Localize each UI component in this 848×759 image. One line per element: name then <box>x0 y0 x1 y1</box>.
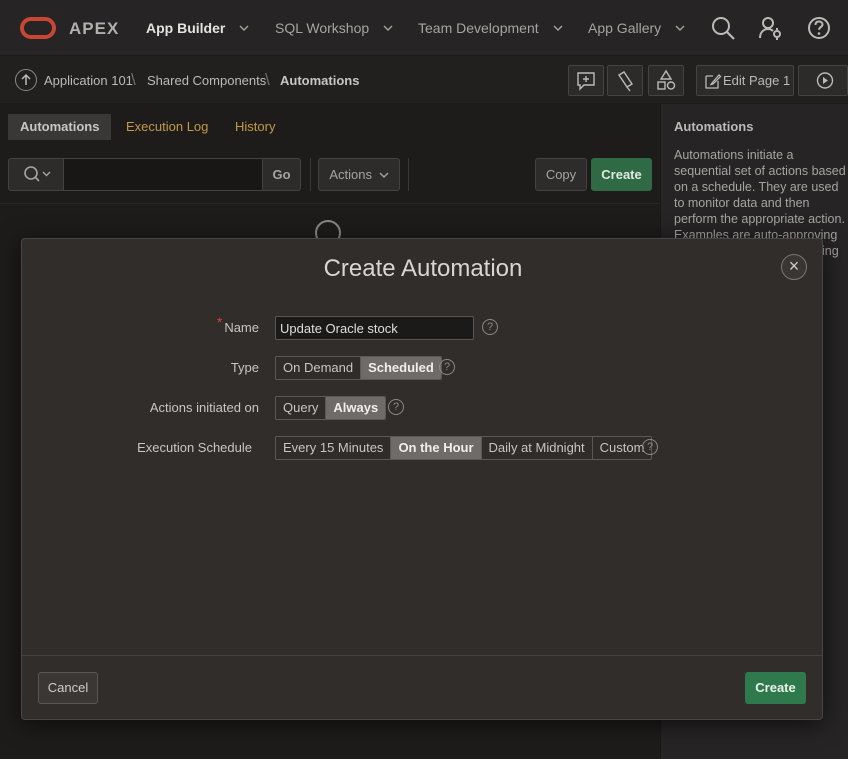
execution-schedule-toggle-group: Every 15 Minutes On the Hour Daily at Mi… <box>275 436 653 460</box>
go-button[interactable]: Go <box>262 158 301 191</box>
search-icon <box>24 166 51 182</box>
nav-item-label: App Gallery <box>588 20 662 36</box>
tab-automations[interactable]: Automations <box>8 114 112 140</box>
nav-item-app-gallery[interactable]: App Gallery <box>588 20 685 36</box>
search-input[interactable] <box>63 158 263 191</box>
name-help-icon[interactable]: ? <box>482 319 498 335</box>
schedule-option-daily-at-midnight[interactable]: Daily at Midnight <box>481 437 593 459</box>
dialog-footer: Cancel Create <box>22 655 822 719</box>
type-option-on-demand[interactable]: On Demand <box>276 357 362 379</box>
edit-icon <box>705 74 722 89</box>
actions-initiated-toggle-group: Query Always <box>275 396 387 420</box>
required-indicator: * <box>216 314 223 330</box>
search-column-picker[interactable] <box>8 158 64 191</box>
breadcrumb-shared-components[interactable]: Shared Components <box>147 73 266 88</box>
schedule-option-every-15-minutes[interactable]: Every 15 Minutes <box>276 437 392 459</box>
name-field[interactable] <box>275 316 474 340</box>
execution-schedule-help-icon[interactable]: ? <box>642 439 658 455</box>
edit-page-label: Edit Page 1 <box>723 73 791 88</box>
arrow-up-icon <box>21 73 31 85</box>
parent-level-button[interactable] <box>15 69 37 91</box>
chevron-down-icon <box>239 25 249 31</box>
brand-label[interactable]: APEX <box>69 19 119 39</box>
breadcrumb-separator: \ <box>131 70 136 89</box>
run-page-button[interactable] <box>798 65 848 96</box>
toolbar-divider <box>408 158 409 191</box>
add-comment-button[interactable] <box>568 65 604 96</box>
nav-item-sql-workshop[interactable]: SQL Workshop <box>275 20 393 36</box>
chevron-down-icon <box>383 25 393 31</box>
flashlight-icon <box>618 71 633 92</box>
breadcrumb-separator: \ <box>265 70 270 89</box>
tab-history[interactable]: History <box>223 114 287 140</box>
report-toolbar: Go Actions Copy Create <box>0 148 660 204</box>
nav-item-label: Team Development <box>418 20 539 36</box>
type-field-label: Type <box>230 360 259 375</box>
type-help-icon[interactable]: ? <box>439 359 455 375</box>
actions-initiated-help-icon[interactable]: ? <box>388 399 404 415</box>
dialog-title: Create Automation <box>323 255 523 282</box>
nav-item-label: SQL Workshop <box>275 20 370 36</box>
nav-item-team-development[interactable]: Team Development <box>418 20 563 36</box>
shared-components-button[interactable] <box>648 65 684 96</box>
actions-initiated-label: Actions initiated on <box>149 400 259 415</box>
name-label-text: Name <box>224 320 259 335</box>
shapes-icon <box>657 69 676 90</box>
cancel-button[interactable]: Cancel <box>38 672 98 704</box>
create-button[interactable]: Create <box>591 158 652 191</box>
type-option-scheduled[interactable]: Scheduled <box>361 357 441 379</box>
comment-add-icon <box>577 72 595 91</box>
actions-menu-button[interactable]: Actions <box>318 158 400 191</box>
breadcrumb-bar: Application 101 \ Shared Components \ Au… <box>0 56 848 104</box>
search-icon[interactable] <box>709 14 737 42</box>
tab-execution-log[interactable]: Execution Log <box>114 114 220 140</box>
close-icon: × <box>788 256 800 276</box>
chevron-down-icon <box>553 25 563 31</box>
toolbar-divider <box>310 158 311 191</box>
top-navigation-bar: APEX App Builder SQL Workshop Team Devel… <box>0 0 848 56</box>
copy-button[interactable]: Copy <box>535 158 587 191</box>
create-automation-dialog: Create Automation × *Name ? Type On Dema… <box>21 238 823 720</box>
nav-item-app-builder[interactable]: App Builder <box>146 20 249 36</box>
chevron-down-icon <box>675 25 685 31</box>
run-icon <box>816 72 834 89</box>
chevron-down-icon <box>379 172 389 178</box>
create-automation-button[interactable]: Create <box>745 672 806 704</box>
type-toggle-group: On Demand Scheduled <box>275 356 442 380</box>
nav-item-label: App Builder <box>146 20 226 36</box>
actions-label: Actions <box>329 167 372 182</box>
edit-page-button[interactable]: Edit Page 1 <box>696 65 794 96</box>
breadcrumb-application[interactable]: Application 101 <box>44 73 133 88</box>
help-icon[interactable] <box>805 14 833 42</box>
schedule-option-on-the-hour[interactable]: On the Hour <box>391 437 482 459</box>
name-field-label: * Name <box>22 314 259 335</box>
execution-schedule-label: Execution Schedule <box>137 440 252 455</box>
user-settings-icon[interactable] <box>757 14 785 42</box>
actions-option-always[interactable]: Always <box>326 397 386 419</box>
search-page-button[interactable] <box>607 65 643 96</box>
oracle-logo-icon[interactable] <box>20 17 56 39</box>
breadcrumb-current: Automations <box>280 73 360 88</box>
side-panel-title: Automations <box>674 119 754 134</box>
actions-option-query[interactable]: Query <box>276 397 327 419</box>
close-dialog-button[interactable]: × <box>781 254 807 280</box>
